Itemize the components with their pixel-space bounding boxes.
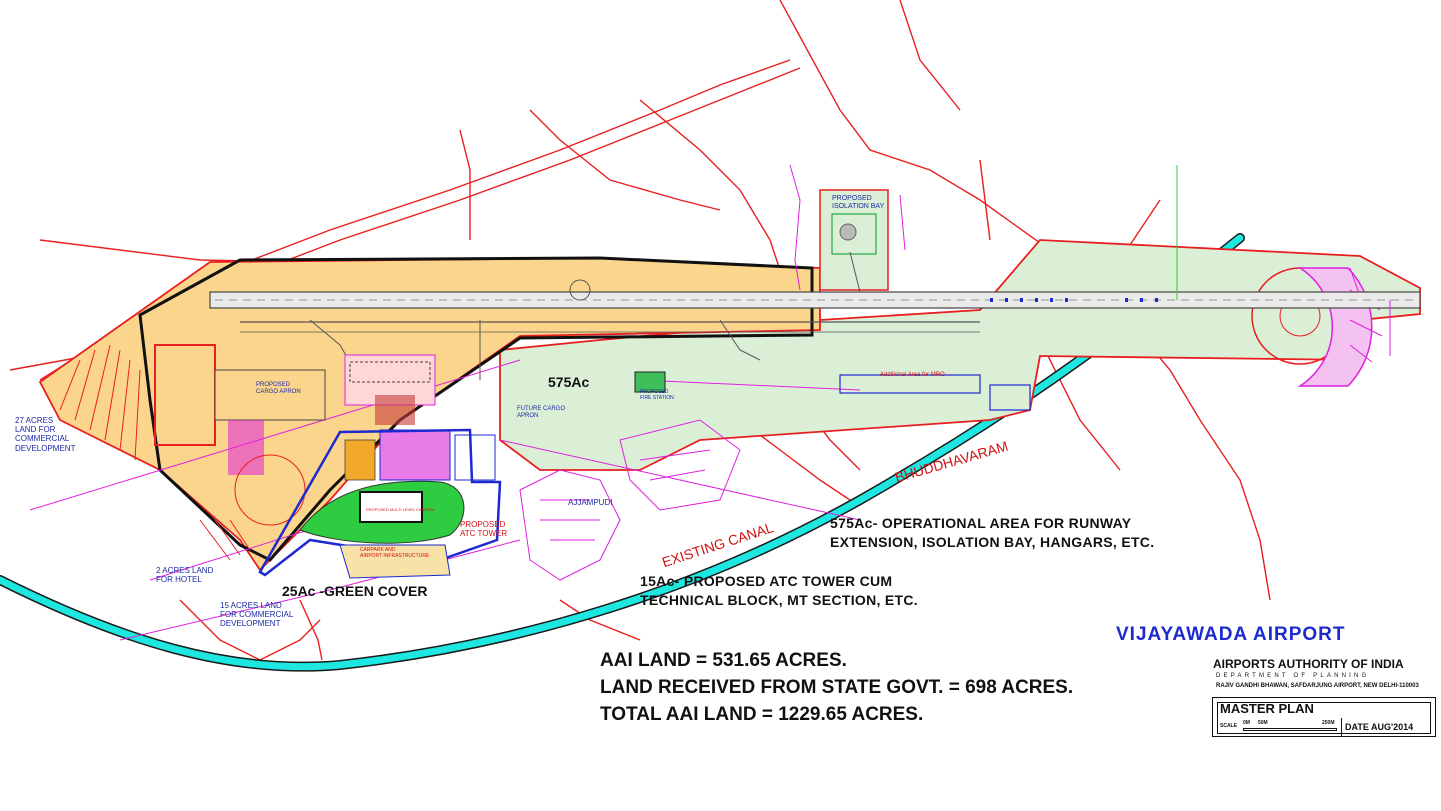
commercial-15-note: 15 ACRES LAND FOR COMMERCIAL DEVELOPMENT (220, 601, 294, 629)
scale-label: SCALE (1220, 723, 1237, 729)
scale-tick-0: 0M (1243, 720, 1250, 726)
drawing-title: MASTER PLAN (1220, 701, 1314, 716)
department-name: DEPARTMENT OF PLANNING (1216, 673, 1370, 679)
cargo-apron-label: PROPOSED CARGO APRON (256, 382, 301, 395)
fire-station-label: PROPOSED FIRE STATION (640, 389, 674, 401)
date-label: DATE AUG'2014 (1345, 722, 1414, 732)
isolation-bay-label: PROPOSED ISOLATION BAY (832, 195, 885, 211)
multilevel-carpark-label: PROPOSED MULTI LEVEL CARPARK (366, 507, 436, 512)
future-cargo-label: FUTURE CARGO APRON (517, 406, 565, 419)
atc-tower-site-label: PROPOSED ATC TOWER (460, 520, 508, 539)
date-divider (1341, 718, 1342, 736)
airport-name: VIJAYAWADA AIRPORT (1116, 624, 1346, 645)
total-land-line: TOTAL AAI LAND = 1229.65 ACRES. (600, 704, 924, 725)
scale-tick-1: 50M (1258, 720, 1268, 726)
commercial-27-note: 27 ACRES LAND FOR COMMERCIAL DEVELOPMENT (15, 416, 76, 453)
hotel-2-note: 2 ACRES LAND FOR HOTEL (156, 566, 214, 585)
state-land-line: LAND RECEIVED FROM STATE GOVT. = 698 ACR… (600, 677, 1074, 698)
green-cover-annotation: 25Ac -GREEN COVER (282, 583, 428, 599)
atc-tower-annotation: 15Ac- PROPOSED ATC TOWER CUM TECHNICAL BL… (640, 573, 918, 608)
aai-land-line: AAI LAND = 531.65 ACRES. (600, 650, 847, 671)
address-line: RAJIV GANDHI BHAWAN, SAFDARJUNG AIRPORT,… (1216, 683, 1419, 689)
scale-bar (1243, 728, 1337, 731)
ajjampudi-label: AJJAMPUDI (568, 498, 613, 507)
area-575-label: 575Ac (548, 374, 590, 390)
mro-area-label: Additional Area for MRO (880, 372, 945, 378)
operational-area-annotation: 575Ac- OPERATIONAL AREA FOR RUNWAY EXTENS… (830, 515, 1155, 550)
authority-name: AIRPORTS AUTHORITY OF INDIA (1213, 657, 1404, 671)
carpark-label: CARPARK AND AIRPORT INFRASTRUCTURE (360, 547, 430, 559)
scale-tick-2: 250M (1322, 720, 1335, 726)
land-summary: AAI LAND = 531.65 ACRES. LAND RECEIVED F… (600, 647, 1073, 728)
